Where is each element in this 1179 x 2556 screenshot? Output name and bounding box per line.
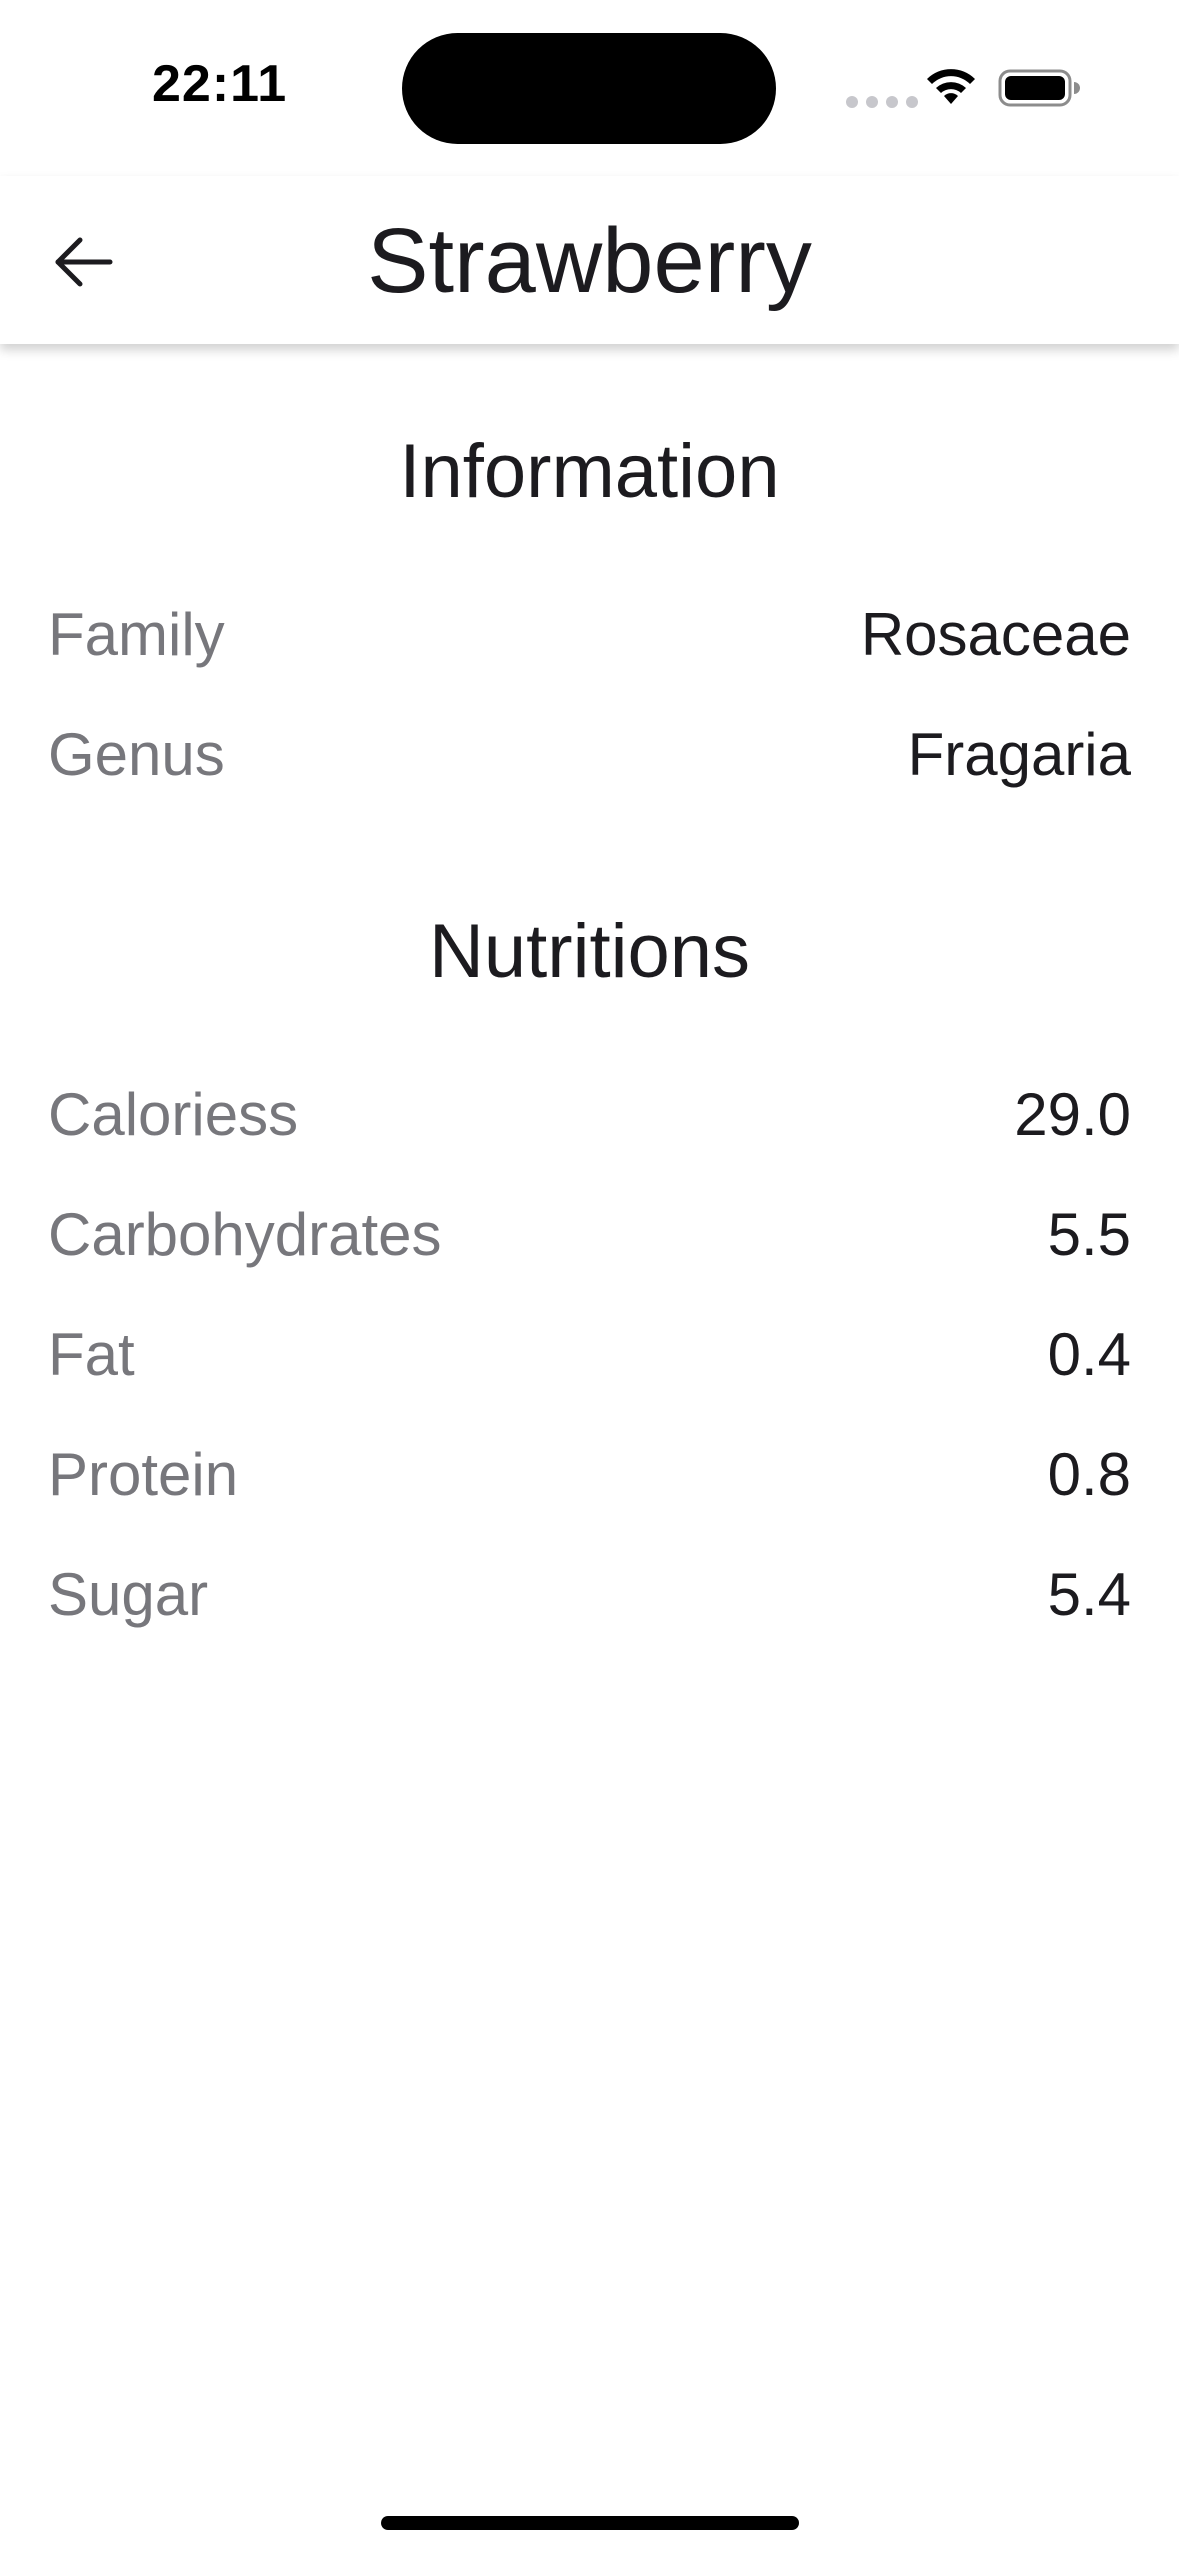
nutrition-row-carbohydrates: Carbohydrates 5.5 (48, 1194, 1131, 1274)
nutritions-section-title: Nutritions (429, 909, 750, 994)
status-bar: 22:11 (0, 0, 1179, 176)
battery-icon (998, 69, 1080, 107)
nutrition-row-protein: Protein 0.8 (48, 1434, 1131, 1514)
nutrition-value: 0.4 (1047, 1320, 1131, 1388)
dynamic-island (402, 33, 776, 144)
app-bar: Strawberry (0, 176, 1179, 344)
wifi-icon (927, 69, 975, 104)
home-indicator[interactable] (381, 2516, 799, 2530)
nutrition-value: 0.8 (1047, 1440, 1131, 1508)
info-label: Family (48, 600, 225, 668)
nutrition-row-calories: Caloriess 29.0 (48, 1074, 1131, 1154)
info-value: Fragaria (907, 720, 1131, 788)
information-section-title: Information (399, 429, 780, 514)
status-time: 22:11 (152, 55, 288, 113)
nutrition-label: Caloriess (48, 1080, 299, 1148)
page-title: Strawberry (367, 210, 812, 312)
cellular-signal-icon (846, 96, 918, 108)
nutrition-label: Carbohydrates (48, 1200, 442, 1268)
nutrition-label: Sugar (48, 1560, 209, 1628)
info-row-family: Family Rosaceae (48, 594, 1131, 674)
info-value: Rosaceae (860, 600, 1131, 668)
info-label: Genus (48, 720, 225, 788)
info-row-genus: Genus Fragaria (48, 714, 1131, 794)
nutrition-row-fat: Fat 0.4 (48, 1314, 1131, 1394)
nutrition-value: 5.4 (1047, 1560, 1131, 1628)
nutrition-row-sugar: Sugar 5.4 (48, 1554, 1131, 1634)
nutrition-value: 5.5 (1047, 1200, 1131, 1268)
nutrition-label: Fat (48, 1320, 135, 1388)
nutrition-value: 29.0 (1014, 1080, 1131, 1148)
nutrition-label: Protein (48, 1440, 239, 1508)
